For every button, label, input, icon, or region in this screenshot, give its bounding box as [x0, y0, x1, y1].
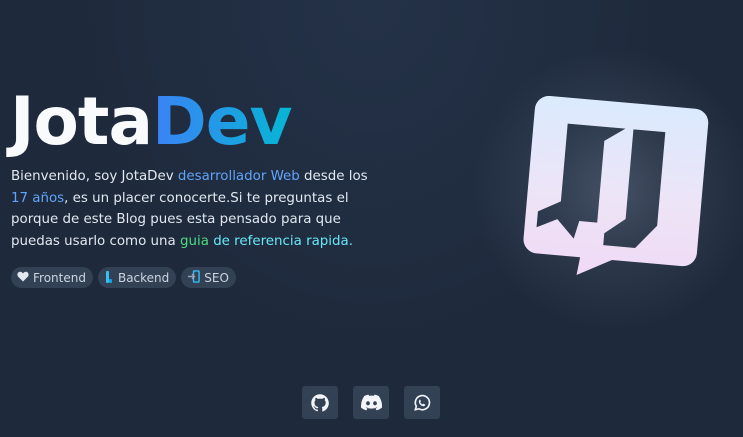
tag-backend: Backend: [97, 267, 177, 288]
tag-label: SEO: [204, 270, 229, 285]
highlight-guide: guia: [180, 233, 209, 249]
page: JotaDev Bienvenido, soy JotaDev desarrol…: [0, 0, 743, 437]
hero-title: JotaDev: [10, 82, 293, 162]
tag-frontend: Frontend: [11, 267, 93, 288]
hero-title-accent: Dev: [152, 83, 293, 160]
discord-icon: [360, 394, 382, 411]
discord-button[interactable]: [353, 386, 389, 419]
tag-label: Frontend: [33, 270, 86, 285]
heart-icon: [17, 271, 29, 284]
highlight-web-developer: desarrollador Web: [177, 169, 300, 184]
hero-title-main: Jota: [10, 83, 153, 160]
intro-text: Bienvenido, soy JotaDev desarrollador We…: [11, 166, 383, 252]
whatsapp-button[interactable]: [404, 386, 440, 419]
github-icon: [311, 393, 329, 412]
highlight-years: 17 años: [11, 190, 65, 206]
github-button[interactable]: [302, 386, 338, 419]
tag-label: Backend: [117, 270, 170, 285]
tag-list: Frontend Backend SEO: [11, 267, 236, 288]
highlight-quick-reference: de referencia rapida.: [213, 233, 353, 249]
whatsapp-icon: [414, 394, 431, 411]
social-links: [302, 386, 440, 419]
jotadev-logo: [523, 96, 709, 275]
bar-icon: [104, 270, 114, 286]
tag-seo: SEO: [181, 267, 236, 288]
intro-text-part: Bienvenido, soy JotaDev: [11, 169, 178, 184]
intro-text-part: desde los: [299, 169, 368, 184]
login-arrow-icon: [187, 270, 201, 285]
